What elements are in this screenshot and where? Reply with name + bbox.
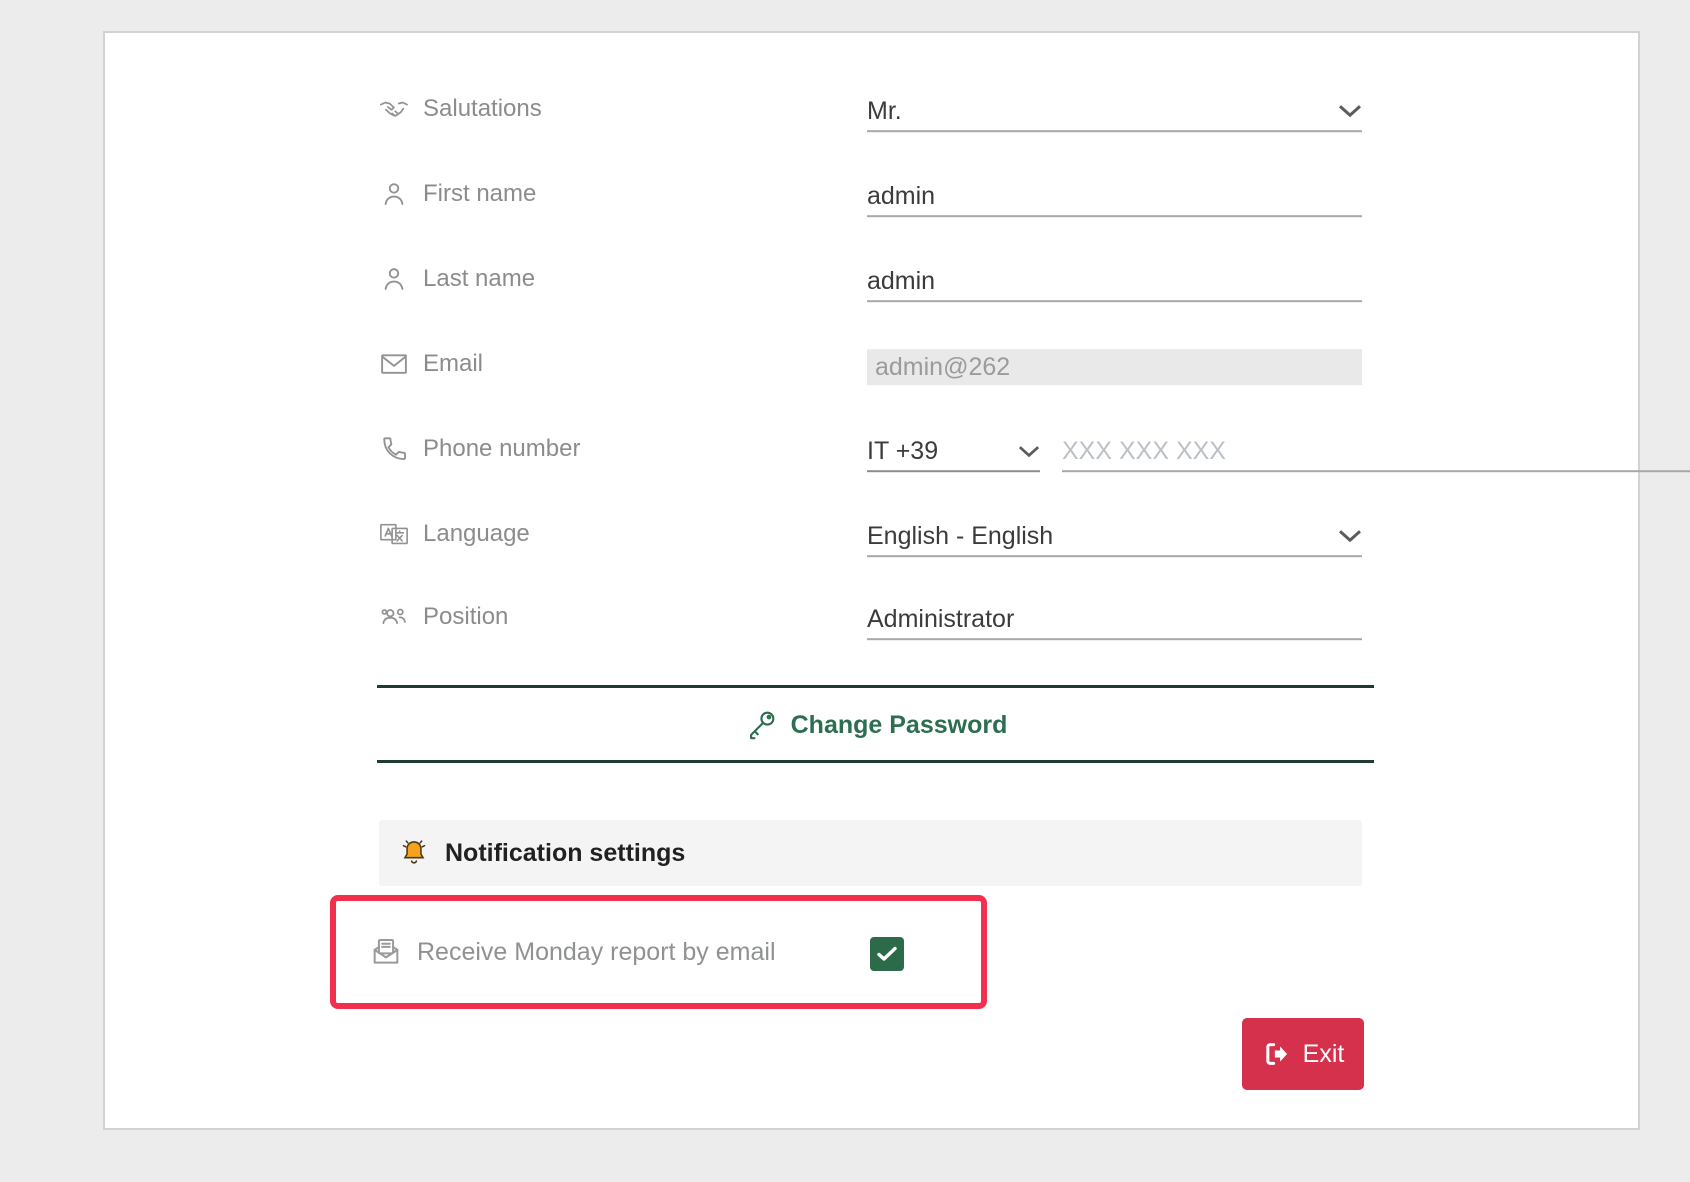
chevron-down-icon (1338, 104, 1362, 118)
form-row-phone: Phone number IT +39 (377, 421, 1374, 477)
form-row-first-name: First name (377, 166, 1374, 222)
mail-icon (377, 348, 411, 380)
change-password-link[interactable]: Change Password (744, 708, 1008, 742)
language-select[interactable]: English - English (867, 517, 1362, 557)
salutations-value: Mr. (867, 97, 902, 126)
language-value: English - English (867, 522, 1053, 551)
country-code-value: IT +39 (867, 437, 938, 466)
bell-icon (397, 836, 431, 870)
monday-report-label: Receive Monday report by email (417, 938, 776, 967)
form-row-position: Position (377, 589, 1374, 645)
position-field (867, 600, 1362, 640)
form-row-salutations: Salutations Mr. (377, 81, 1374, 137)
divider (377, 685, 1374, 688)
chevron-down-icon (1338, 529, 1362, 543)
salutations-select[interactable]: Mr. (867, 92, 1362, 132)
form-row-email: Email (377, 336, 1374, 392)
highlight-annotation: Receive Monday report by email (330, 895, 987, 1009)
form-row-last-name: Last name (377, 251, 1374, 307)
change-password-row: Change Password (377, 697, 1374, 753)
phone-number-input[interactable] (1062, 432, 1690, 472)
person-icon (377, 178, 411, 210)
exit-button-label: Exit (1303, 1040, 1345, 1069)
first-name-field (867, 177, 1362, 217)
salutations-label: Salutations (423, 95, 542, 123)
first-name-label: First name (423, 180, 536, 208)
person-icon (377, 263, 411, 295)
monday-report-checkbox[interactable] (870, 937, 904, 971)
email-input (867, 349, 1362, 385)
email-field (867, 347, 1362, 387)
monday-report-row: Receive Monday report by email (369, 901, 776, 1003)
chevron-down-icon (1018, 445, 1040, 458)
last-name-label: Last name (423, 265, 535, 293)
position-input[interactable] (867, 600, 1362, 640)
key-icon (744, 708, 778, 742)
phone-field: IT +39 (867, 432, 1690, 472)
open-mail-icon (369, 935, 403, 969)
first-name-input[interactable] (867, 177, 1362, 217)
profile-settings-card: Salutations Mr. First name Last name (103, 31, 1640, 1130)
form-row-language: Language English - English (377, 506, 1374, 562)
language-label: Language (423, 520, 530, 548)
phone-icon (377, 433, 411, 465)
notification-settings-title: Notification settings (445, 839, 685, 868)
position-label: Position (423, 603, 508, 631)
notification-settings-header: Notification settings (379, 820, 1362, 886)
translate-icon (377, 518, 411, 550)
last-name-input[interactable] (867, 262, 1362, 302)
handshake-icon (377, 93, 411, 125)
change-password-label: Change Password (791, 711, 1008, 740)
last-name-field (867, 262, 1362, 302)
logout-icon (1262, 1040, 1290, 1068)
email-label: Email (423, 350, 483, 378)
people-icon (377, 601, 411, 633)
divider (377, 760, 1374, 763)
phone-label: Phone number (423, 435, 580, 463)
country-code-select[interactable]: IT +39 (867, 432, 1040, 472)
check-icon (876, 945, 898, 963)
exit-button[interactable]: Exit (1242, 1018, 1364, 1090)
